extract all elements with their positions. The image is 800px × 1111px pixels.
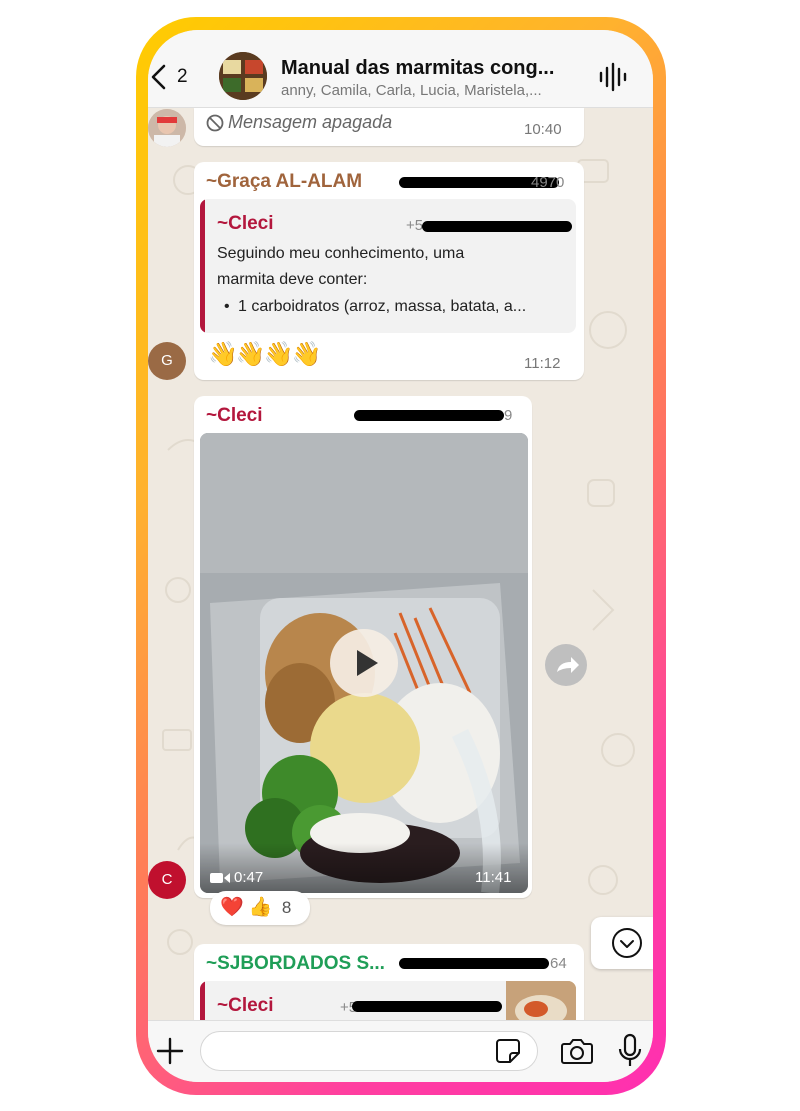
sender-phone-fragment: 64 bbox=[550, 955, 567, 972]
sender-name[interactable]: ~Cleci bbox=[206, 405, 263, 427]
quote-sender-name: ~Cleci bbox=[217, 213, 274, 234]
avatar-c[interactable]: C bbox=[148, 861, 186, 899]
microphone-icon bbox=[618, 1033, 642, 1066]
message-time: 10:40 bbox=[524, 121, 562, 138]
quote-bullet-item: 1 carboidratos (arroz, massa, batata, a.… bbox=[238, 298, 527, 315]
sender-name[interactable]: ~SJBORDADOS S... bbox=[206, 953, 385, 975]
group-avatar[interactable] bbox=[219, 52, 267, 100]
play-icon bbox=[357, 650, 378, 676]
audio-waveform-button[interactable] bbox=[596, 60, 630, 94]
message-time: 11:12 bbox=[524, 355, 561, 372]
video-duration: 0:47 bbox=[234, 869, 264, 886]
reaction-emojis: ❤️ 👍 bbox=[220, 897, 273, 918]
quoted-message[interactable]: ~Cleci +5 Seguindo meu conhecimento, uma… bbox=[200, 199, 576, 333]
message-bubble-video[interactable]: ~Cleci 9 0:47 11:41 bbox=[194, 396, 532, 898]
blocked-icon bbox=[206, 114, 224, 132]
quote-line: Seguindo meu conhecimento, uma bbox=[217, 245, 465, 262]
sticker-icon bbox=[496, 1039, 520, 1063]
group-title[interactable]: Manual das marmitas cong... bbox=[281, 57, 581, 80]
quote-line: marmita deve conter: bbox=[217, 271, 368, 288]
deleted-message-text: Mensagem apagada bbox=[228, 112, 393, 132]
message-input[interactable] bbox=[200, 1031, 538, 1071]
microphone-button[interactable] bbox=[616, 1031, 644, 1071]
group-members[interactable]: anny, Camila, Carla, Lucia, Maristela,..… bbox=[281, 82, 581, 99]
back-button[interactable]: 2 bbox=[148, 62, 196, 92]
chat-screen: 2 Manual das marmitas cong... anny, Cami… bbox=[148, 30, 653, 1082]
avatar-g[interactable]: G bbox=[148, 342, 186, 380]
scroll-to-bottom-button[interactable] bbox=[591, 917, 653, 969]
unread-count: 2 bbox=[177, 66, 188, 87]
redacted-phone bbox=[422, 221, 572, 232]
waveform-icon bbox=[599, 62, 627, 92]
sender-name[interactable]: ~Graça AL-ALAM bbox=[206, 171, 362, 193]
message-time: 11:41 bbox=[475, 869, 512, 886]
forward-arrow-icon bbox=[557, 657, 579, 673]
avatar[interactable] bbox=[148, 109, 186, 147]
chevron-down-circle-icon bbox=[612, 928, 642, 958]
video-camera-icon bbox=[210, 873, 230, 883]
redacted-phone bbox=[354, 410, 504, 421]
composer-bar bbox=[148, 1020, 653, 1082]
person-photo-icon bbox=[148, 109, 186, 147]
camera-icon bbox=[561, 1039, 593, 1064]
redacted-phone bbox=[399, 958, 549, 969]
bullet-icon: • bbox=[224, 298, 230, 315]
reactions-pill[interactable]: ❤️ 👍 8 bbox=[210, 891, 310, 925]
quote-sender-name: ~Cleci bbox=[217, 995, 274, 1016]
message-bubble-deleted[interactable]: Mensagem apagada 10:40 bbox=[194, 108, 584, 146]
quote-phone-fragment: +5 bbox=[406, 217, 424, 234]
chevron-left-icon bbox=[151, 64, 166, 90]
quote-accent-bar bbox=[200, 199, 205, 333]
sender-phone-fragment: 4970 bbox=[531, 174, 565, 191]
plus-icon bbox=[156, 1037, 184, 1065]
waving-hands-emojis: 👋👋👋👋 bbox=[208, 341, 322, 368]
video-thumbnail[interactable]: 0:47 11:41 bbox=[200, 433, 528, 893]
camera-button[interactable] bbox=[560, 1035, 594, 1067]
forward-button[interactable] bbox=[545, 644, 587, 686]
marmitas-photo-icon bbox=[219, 52, 267, 100]
play-button[interactable] bbox=[330, 629, 398, 697]
sticker-button[interactable] bbox=[494, 1037, 522, 1065]
sender-phone-fragment: 9 bbox=[504, 407, 513, 424]
chat-header: 2 Manual das marmitas cong... anny, Cami… bbox=[148, 30, 653, 108]
message-bubble[interactable]: ~Graça AL-ALAM 4970 ~Cleci +5 Seguindo m… bbox=[194, 162, 584, 380]
attach-button[interactable] bbox=[154, 1035, 186, 1067]
redacted-phone bbox=[352, 1001, 502, 1012]
reaction-count: 8 bbox=[281, 898, 292, 917]
